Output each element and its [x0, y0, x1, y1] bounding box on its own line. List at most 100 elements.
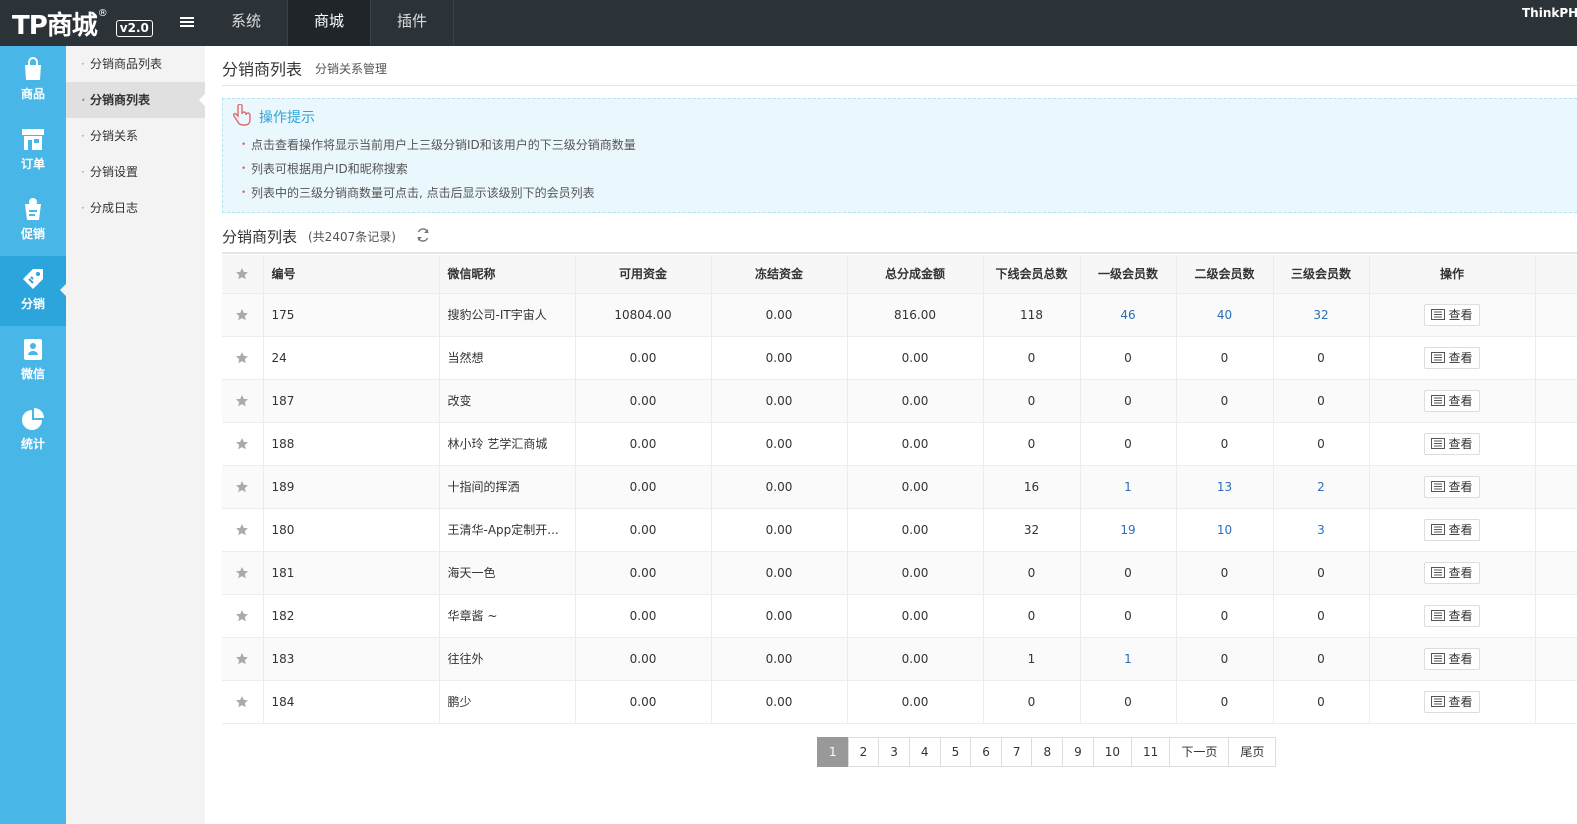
page-6-button[interactable]: 6: [970, 737, 1002, 767]
refresh-icon[interactable]: [416, 228, 430, 242]
page-9-button[interactable]: 9: [1062, 737, 1094, 767]
cell-frozen: 0.00: [711, 680, 848, 724]
cell-level1[interactable]: 46: [1080, 293, 1177, 337]
cell-level1[interactable]: 19: [1080, 508, 1177, 552]
page-8-button[interactable]: 8: [1031, 737, 1064, 767]
cell-level2-value[interactable]: 40: [1217, 308, 1232, 322]
cell-level1[interactable]: 1: [1080, 465, 1177, 509]
cell-level1-value[interactable]: 1: [1124, 652, 1132, 666]
header-frozen[interactable]: 冻结资金: [711, 255, 848, 294]
top-right-brand[interactable]: ThinkPH: [1522, 6, 1577, 20]
cell-level3[interactable]: 32: [1273, 293, 1370, 337]
cell-level1[interactable]: 1: [1080, 637, 1177, 681]
row-star[interactable]: [222, 293, 264, 337]
menu-toggle-icon[interactable]: [180, 17, 194, 29]
cell-level3[interactable]: 2: [1273, 465, 1370, 509]
header-level3[interactable]: 三级会员数: [1273, 255, 1370, 294]
header-nickname[interactable]: 微信昵称: [439, 255, 576, 294]
row-star[interactable]: [222, 465, 264, 509]
cell-level1-value[interactable]: 1: [1124, 480, 1132, 494]
view-button[interactable]: 查看: [1424, 647, 1480, 670]
view-button[interactable]: 查看: [1424, 389, 1480, 412]
cell-level2[interactable]: 13: [1176, 465, 1274, 509]
row-star[interactable]: [222, 551, 264, 595]
header-available[interactable]: 可用资金: [575, 255, 712, 294]
view-button[interactable]: 查看: [1424, 303, 1480, 326]
cell-level3-value: 0: [1317, 393, 1325, 408]
cell-level1-value[interactable]: 19: [1120, 523, 1135, 537]
view-button[interactable]: 查看: [1424, 690, 1480, 713]
cell-id: 188: [263, 422, 440, 466]
row-star[interactable]: [222, 680, 264, 724]
table-row: 181 海天一色 0.00 0.00 0.00 0 0 0 0 查看: [222, 551, 1577, 595]
header-actions: 操作: [1369, 255, 1536, 294]
header-total-commission[interactable]: 总分成金额: [847, 255, 984, 294]
view-button[interactable]: 查看: [1424, 604, 1480, 627]
header-level2[interactable]: 二级会员数: [1176, 255, 1274, 294]
iconbar-item-orders[interactable]: 订单: [0, 116, 66, 186]
page-7-button[interactable]: 7: [1000, 737, 1033, 767]
header-id[interactable]: 编号: [263, 255, 440, 294]
cell-level3-value: 0: [1317, 694, 1325, 709]
iconbar-label: 促销: [20, 227, 45, 241]
tips-panel: 操作提示 点击查看操作将显示当前用户上三级分销ID和该用户的下三级分销商数量 列…: [222, 98, 1577, 213]
cell-level2[interactable]: 10: [1176, 508, 1274, 552]
submenu-item-commission-log[interactable]: 分成日志: [66, 190, 205, 226]
cell-level3-value[interactable]: 32: [1313, 308, 1328, 322]
logo[interactable]: TP商城 ® v2.0: [12, 4, 153, 42]
row-star[interactable]: [222, 422, 264, 466]
submenu-item-distribution-relation[interactable]: 分销关系: [66, 118, 205, 154]
view-button[interactable]: 查看: [1424, 561, 1480, 584]
iconbar-item-statistics[interactable]: 统计: [0, 396, 66, 466]
cell-id: 183: [263, 637, 440, 681]
view-button[interactable]: 查看: [1424, 475, 1480, 498]
cell-actions: 查看: [1369, 293, 1536, 337]
page-4-button[interactable]: 4: [908, 737, 941, 767]
top-nav-mall[interactable]: 商城: [288, 0, 372, 46]
cell-level3-value[interactable]: 2: [1317, 480, 1325, 494]
iconbar-item-goods[interactable]: 商品: [0, 46, 66, 116]
view-button[interactable]: 查看: [1424, 346, 1480, 369]
view-button[interactable]: 查看: [1424, 432, 1480, 455]
page-2-button[interactable]: 2: [847, 737, 880, 767]
next-page-button[interactable]: 下一页: [1169, 737, 1230, 767]
page-5-button[interactable]: 5: [939, 737, 972, 767]
header-downline[interactable]: 下线会员总数: [983, 255, 1081, 294]
cell-level3[interactable]: 3: [1273, 508, 1370, 552]
header-star[interactable]: [222, 255, 264, 294]
page-1-button[interactable]: 1: [817, 737, 849, 767]
page-3-button[interactable]: 3: [878, 737, 910, 767]
top-nav-plugins[interactable]: 插件: [371, 0, 455, 46]
cell-downline: 0: [983, 594, 1081, 638]
cell-level1-value[interactable]: 46: [1120, 308, 1135, 322]
cell-level2-value: 0: [1220, 393, 1229, 408]
cell-actions: 查看: [1369, 422, 1536, 466]
page-title: 分销商列表: [222, 60, 303, 79]
page-10-button[interactable]: 10: [1092, 737, 1133, 767]
cell-total-commission: 0.00: [847, 508, 984, 552]
submenu-item-distribution-goods[interactable]: 分销商品列表: [66, 46, 205, 82]
row-star[interactable]: [222, 336, 264, 380]
iconbar-item-distribution[interactable]: 分销: [0, 256, 66, 326]
submenu-item-distributor-list[interactable]: 分销商列表: [66, 82, 205, 118]
cell-available: 0.00: [575, 336, 712, 380]
submenu-item-distribution-settings[interactable]: 分销设置: [66, 154, 205, 190]
cell-level3-value[interactable]: 3: [1317, 523, 1325, 537]
cell-level2-value[interactable]: 10: [1217, 523, 1232, 537]
last-page-button[interactable]: 尾页: [1228, 737, 1277, 767]
row-star[interactable]: [222, 594, 264, 638]
top-nav-system[interactable]: 系统: [205, 0, 289, 46]
cell-total-commission: 0.00: [847, 637, 984, 681]
page-11-button[interactable]: 11: [1131, 737, 1171, 767]
cell-level3: 0: [1273, 379, 1370, 423]
iconbar-item-wechat[interactable]: 微信: [0, 326, 66, 396]
row-star[interactable]: [222, 637, 264, 681]
cell-level2-value[interactable]: 13: [1217, 480, 1232, 494]
logo-text: TP商城: [12, 10, 98, 41]
cell-level2[interactable]: 40: [1176, 293, 1274, 337]
header-level1[interactable]: 一级会员数: [1080, 255, 1177, 294]
view-button[interactable]: 查看: [1424, 518, 1480, 541]
row-star[interactable]: [222, 508, 264, 552]
iconbar-item-promotion[interactable]: 促销: [0, 186, 66, 256]
row-star[interactable]: [222, 379, 264, 423]
